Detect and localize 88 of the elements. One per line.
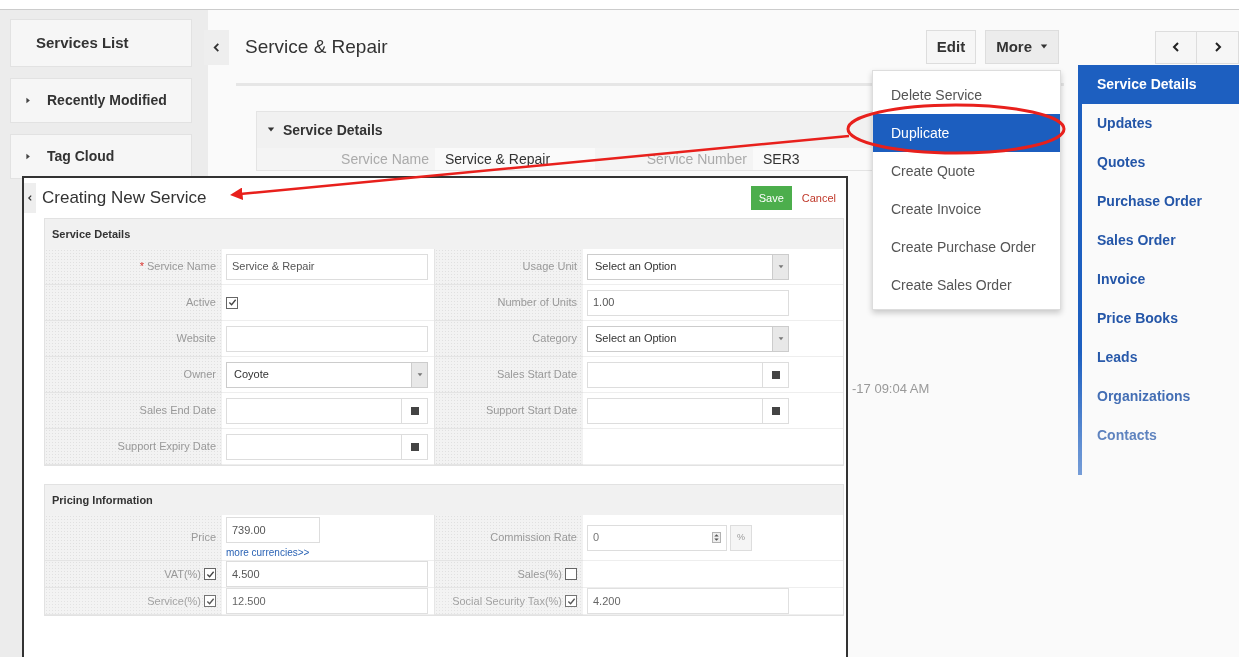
menu-item[interactable]: Create Quote xyxy=(873,152,1060,190)
date-field[interactable] xyxy=(226,433,428,460)
chevron-right-icon xyxy=(1212,42,1223,52)
menu-item[interactable]: Create Purchase Order xyxy=(873,228,1060,266)
select-field[interactable]: Select an Option xyxy=(587,325,789,352)
panel-title: Creating New Service xyxy=(42,187,207,210)
calendar-icon xyxy=(410,442,419,451)
chevron-left-icon xyxy=(212,42,221,52)
checkbox[interactable] xyxy=(565,595,577,607)
input-field[interactable]: Service & Repair xyxy=(226,253,428,280)
spinner-icon xyxy=(712,532,721,543)
caret-icon xyxy=(777,263,784,270)
caret-icon xyxy=(1040,43,1048,51)
required-mark: * xyxy=(139,259,144,275)
related-nav-item[interactable]: Purchase Order xyxy=(1082,182,1239,221)
related-nav-item[interactable]: Leads xyxy=(1082,338,1239,377)
caret-icon xyxy=(416,371,423,378)
related-nav-item[interactable]: Invoice xyxy=(1082,260,1239,299)
checkbox[interactable] xyxy=(226,296,238,309)
field-label: Support Expiry Date xyxy=(117,439,216,455)
checkbox[interactable] xyxy=(204,568,216,580)
related-nav-item[interactable]: Price Books xyxy=(1082,299,1239,338)
field-label: Sales Start Date xyxy=(496,367,577,383)
menu-item[interactable]: Duplicate xyxy=(873,114,1060,152)
edit-button[interactable]: Edit xyxy=(925,30,977,64)
caret-icon xyxy=(777,335,784,342)
field-label: Service Number xyxy=(595,148,753,170)
field-label: Website xyxy=(176,331,216,347)
field-label: Support Start Date xyxy=(485,403,577,419)
caret-icon xyxy=(25,97,32,104)
input-field[interactable]: 4.500 xyxy=(226,561,428,587)
field-label: Service Name xyxy=(257,148,435,170)
section-header: Pricing Information xyxy=(45,485,843,515)
cancel-link[interactable]: Cancel xyxy=(801,189,836,207)
related-nav-item[interactable]: Updates xyxy=(1082,104,1239,143)
field-label: Number of Units xyxy=(497,295,577,311)
modified-time: -17 09:04 AM xyxy=(852,381,930,396)
date-field[interactable] xyxy=(226,397,428,424)
field-label: VAT(%) xyxy=(164,566,201,582)
field-label: Active xyxy=(186,295,216,311)
related-nav-item[interactable]: Organizations xyxy=(1082,377,1239,416)
chevron-left-icon xyxy=(1171,42,1181,52)
checkbox[interactable] xyxy=(204,595,216,607)
menu-item[interactable]: Delete Service xyxy=(873,76,1060,114)
input-field[interactable]: 1.00 xyxy=(587,289,789,316)
caret-icon xyxy=(25,153,32,160)
date-field[interactable] xyxy=(587,397,789,424)
input-field[interactable]: 739.00 xyxy=(226,517,320,543)
input-field[interactable]: 12.500 xyxy=(226,588,428,614)
menu-item[interactable]: Create Sales Order xyxy=(873,266,1060,304)
calendar-icon xyxy=(410,406,419,415)
chevron-left-icon xyxy=(27,195,33,201)
sidebar-item[interactable]: Recently Modified xyxy=(10,78,192,123)
more-button[interactable]: More xyxy=(985,30,1059,64)
calendar-icon xyxy=(771,370,780,379)
field-label: Sales End Date xyxy=(139,403,216,419)
sidebar-item[interactable]: Tag Cloud xyxy=(10,134,192,179)
select-field[interactable]: Coyote xyxy=(226,361,428,388)
field-label: Social Security Tax(%) xyxy=(452,593,562,609)
calendar-icon xyxy=(771,406,780,415)
date-field[interactable] xyxy=(587,361,789,388)
input-field[interactable] xyxy=(226,325,428,352)
caret-icon xyxy=(267,126,275,134)
sidebar-title: Services List xyxy=(10,19,192,67)
number-field[interactable]: 0 xyxy=(587,524,727,551)
more-currencies-link[interactable]: more currencies>> xyxy=(226,545,320,560)
field-label: Service Name xyxy=(146,259,216,275)
back-button[interactable] xyxy=(24,183,36,213)
checkbox[interactable] xyxy=(565,568,577,580)
related-nav-item[interactable]: Service Details xyxy=(1082,65,1239,104)
field-label: Category xyxy=(532,331,577,347)
section-header: Service Details xyxy=(45,219,843,249)
field-label: Sales(%) xyxy=(517,566,562,582)
unit-label: % xyxy=(730,524,752,551)
related-nav-item[interactable]: Contacts xyxy=(1082,416,1239,455)
field-value: Service & Repair xyxy=(444,150,552,169)
field-label: Usage Unit xyxy=(522,259,577,275)
input-field[interactable]: 4.200 xyxy=(587,588,789,614)
menu-item[interactable]: Create Invoice xyxy=(873,190,1060,228)
field-label: Price xyxy=(190,530,216,546)
field-value: SER3 xyxy=(762,150,801,169)
related-nav-item[interactable]: Quotes xyxy=(1082,143,1239,182)
field-label: Commission Rate xyxy=(490,530,577,546)
field-label: Owner xyxy=(183,367,216,383)
page-title: Service & Repair xyxy=(245,34,388,59)
related-nav-item[interactable]: Sales Order xyxy=(1082,221,1239,260)
select-field[interactable]: Select an Option xyxy=(587,253,789,280)
field-label: Service(%) xyxy=(147,593,201,609)
